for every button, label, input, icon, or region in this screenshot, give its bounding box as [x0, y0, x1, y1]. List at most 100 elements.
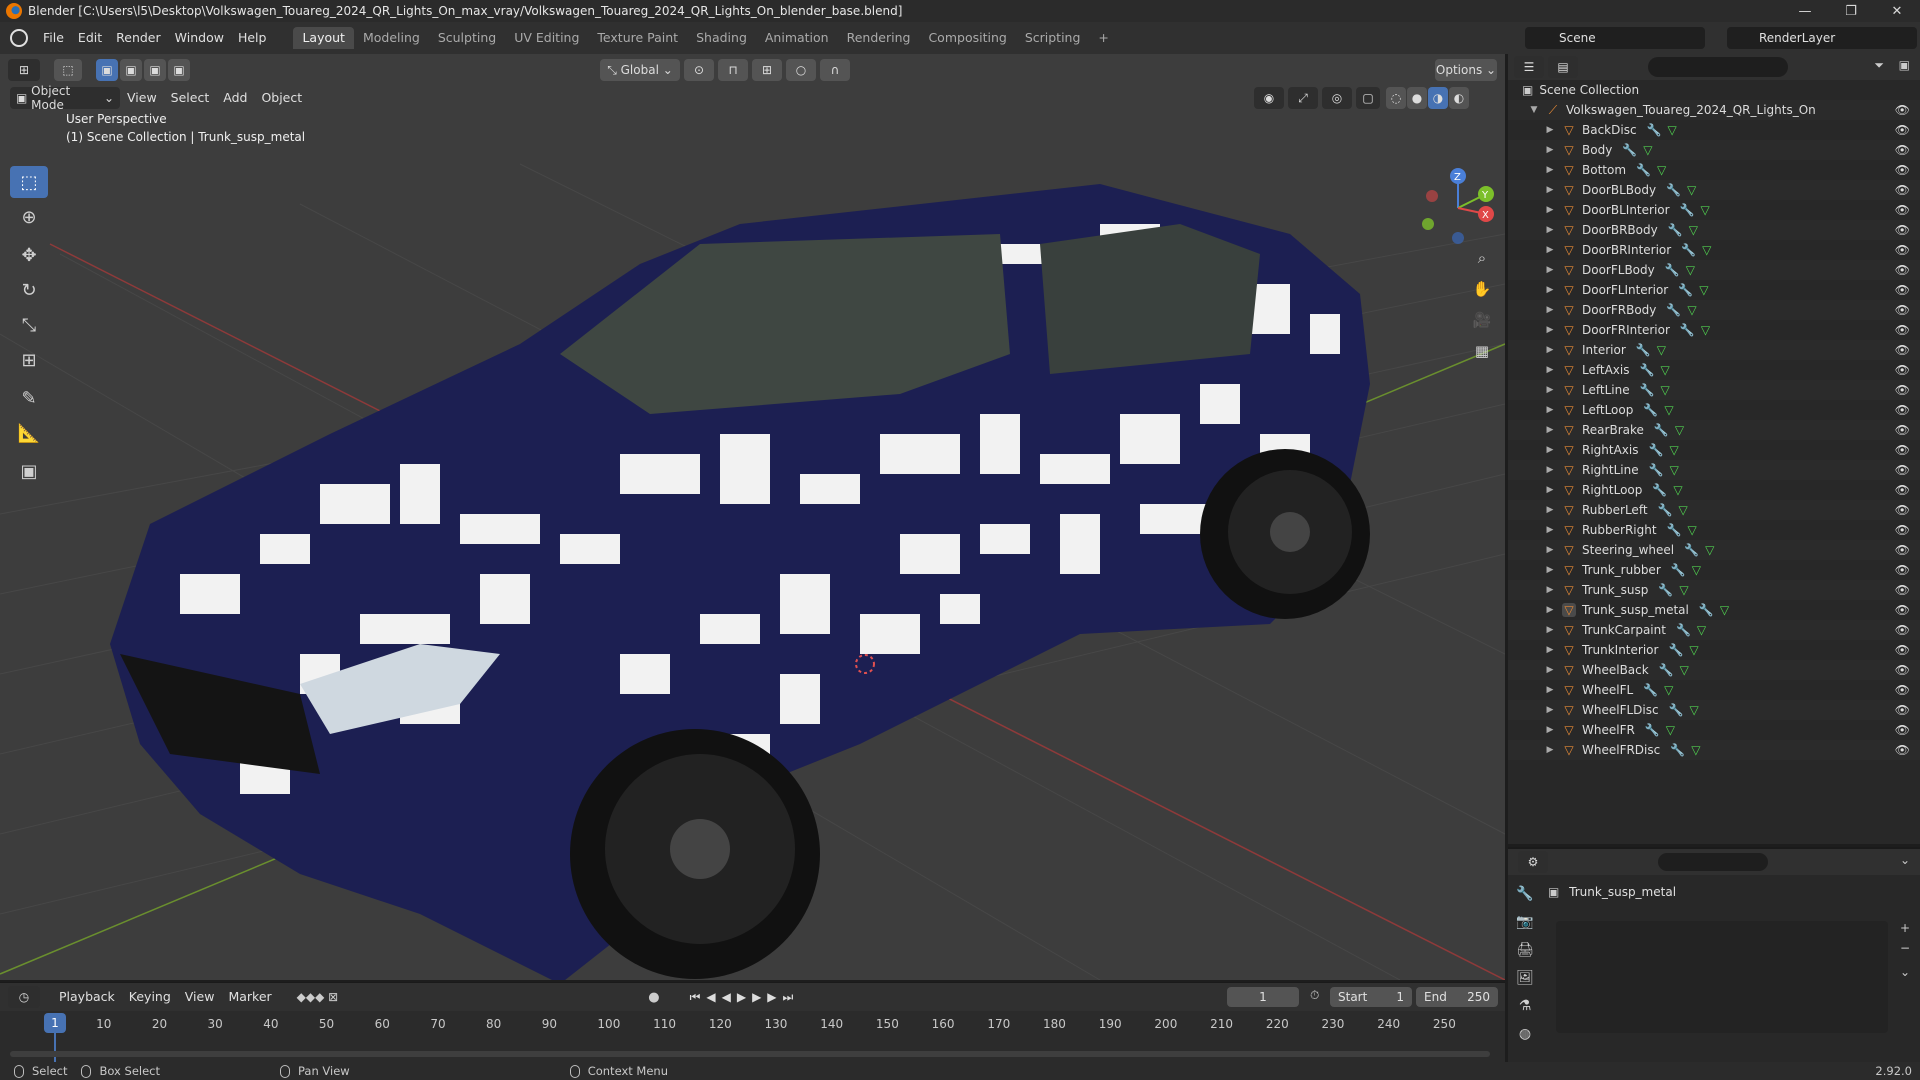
modifier-icon[interactable]: 🔧 — [1658, 503, 1673, 517]
modifier-icon[interactable]: 🔧 — [1678, 283, 1693, 297]
visibility-icon[interactable]: 👁 — [1895, 583, 1910, 597]
visibility-icon[interactable]: 👁 — [1895, 723, 1910, 737]
outliner-row-object[interactable]: ▶ ▽ TrunkInterior 🔧 ▽ 👁 — [1508, 640, 1920, 660]
outliner-row-object[interactable]: ▶ ▽ DoorFLBody 🔧 ▽ 👁 — [1508, 260, 1920, 280]
gizmo-toggle-icon[interactable]: ⤢ — [1288, 87, 1318, 109]
expand-icon[interactable]: ▶ — [1544, 485, 1556, 495]
mesh-data-icon[interactable]: ▽ — [1692, 563, 1701, 577]
select-tool-icon[interactable]: ⬚ — [54, 59, 82, 81]
modifier-icon[interactable]: 🔧 — [1636, 343, 1651, 357]
visibility-icon[interactable]: 👁 — [1895, 703, 1910, 717]
visibility-icon[interactable]: 👁 — [1895, 363, 1910, 377]
tab-scripting[interactable]: Scripting — [1016, 27, 1090, 49]
visibility-icon[interactable]: 👁 — [1895, 403, 1910, 417]
outliner-row-collection[interactable]: ▼ ⟋ Volkswagen_Touareg_2024_QR_Lights_On… — [1508, 100, 1920, 120]
menu-file[interactable]: File — [36, 27, 71, 49]
visibility-icon[interactable]: 👁 — [1895, 423, 1910, 437]
3d-viewport[interactable]: ⊞ ⬚ ▣ ▣ ▣ ▣ ⤡ Global ⌄ ⊙ ⊓ ⊞ ○ ∩ Options… — [0, 54, 1505, 980]
visibility-icon[interactable]: 👁 — [1895, 683, 1910, 697]
mesh-data-icon[interactable]: ▽ — [1666, 723, 1675, 737]
pivot-point-icon[interactable]: ⊙ — [684, 59, 714, 81]
snap-icon[interactable]: ⊓ — [718, 59, 748, 81]
expand-icon[interactable]: ▶ — [1544, 125, 1556, 135]
snap-target-icon[interactable]: ⊞ — [752, 59, 782, 81]
visibility-icon[interactable]: 👁 — [1895, 283, 1910, 297]
outliner-row-object[interactable]: ▶ ▽ DoorBLBody 🔧 ▽ 👁 — [1508, 180, 1920, 200]
outliner-row-object[interactable]: ▶ ▽ RightLine 🔧 ▽ 👁 — [1508, 460, 1920, 480]
record-icon[interactable]: ● — [648, 990, 659, 1005]
preview-range-icon[interactable]: ⏱ — [1310, 988, 1319, 1003]
tab-compositing[interactable]: Compositing — [919, 27, 1015, 49]
expand-icon[interactable]: ▶ — [1544, 425, 1556, 435]
start-frame-field[interactable]: Start 1 — [1330, 987, 1412, 1007]
outliner-row-object[interactable]: ▶ ▽ WheelBack 🔧 ▽ 👁 — [1508, 660, 1920, 680]
mesh-data-icon[interactable]: ▽ — [1687, 183, 1696, 197]
expand-icon[interactable]: ▶ — [1544, 185, 1556, 195]
add-workspace-button[interactable]: + — [1089, 27, 1117, 49]
filter-icon[interactable]: ⏷ — [1874, 58, 1884, 73]
modifier-icon[interactable]: 🔧 — [1647, 123, 1662, 137]
collection-visibility-icon[interactable]: 👁 — [1895, 103, 1910, 117]
object-mode-dropdown[interactable]: ▣ Object Mode ⌄ — [10, 84, 120, 112]
mesh-data-icon[interactable]: ▽ — [1691, 743, 1700, 757]
modifier-icon[interactable]: 🔧 — [1645, 723, 1660, 737]
modifier-icon[interactable]: 🔧 — [1652, 483, 1667, 497]
modifier-icon[interactable]: 🔧 — [1699, 603, 1714, 617]
outliner-row-object[interactable]: ▶ ▽ DoorFLInterior 🔧 ▽ 👁 — [1508, 280, 1920, 300]
blender-menu-icon[interactable] — [10, 29, 28, 47]
outliner-row-object[interactable]: ▶ ▽ WheelFRDisc 🔧 ▽ 👁 — [1508, 740, 1920, 760]
outliner-row-object[interactable]: ▶ ▽ RightAxis 🔧 ▽ 👁 — [1508, 440, 1920, 460]
modifier-icon[interactable]: 🔧 — [1654, 423, 1669, 437]
render-layer-selector[interactable]: RenderLayer — [1727, 27, 1917, 49]
modifier-icon[interactable]: 🔧 — [1640, 383, 1655, 397]
modifier-icon[interactable]: 🔧 — [1676, 623, 1691, 637]
outliner-row-object[interactable]: ▶ ▽ DoorFRBody 🔧 ▽ 👁 — [1508, 300, 1920, 320]
mesh-data-icon[interactable]: ▽ — [1678, 503, 1687, 517]
mesh-data-icon[interactable]: ▽ — [1673, 483, 1682, 497]
modifier-icon[interactable]: 🔧 — [1668, 223, 1683, 237]
expand-icon[interactable]: ▶ — [1544, 505, 1556, 515]
expand-icon[interactable]: ▶ — [1544, 705, 1556, 715]
visibility-icon[interactable]: 👁 — [1895, 463, 1910, 477]
mesh-data-icon[interactable]: ▽ — [1720, 603, 1729, 617]
mesh-data-icon[interactable]: ▽ — [1664, 683, 1673, 697]
world-tab-icon[interactable]: ◍ — [1512, 1021, 1538, 1047]
properties-options-icon[interactable]: ⌄ — [1900, 853, 1910, 867]
select-mode-intersect-icon[interactable]: ▣ — [168, 59, 190, 81]
timeline-menu-view[interactable]: View — [178, 986, 222, 1008]
select-mode-new-icon[interactable]: ▣ — [96, 59, 118, 81]
output-tab-icon[interactable]: 🖨 — [1512, 937, 1538, 963]
expand-icon[interactable]: ▶ — [1544, 245, 1556, 255]
neg-y-axis-handle[interactable] — [1422, 218, 1434, 230]
expand-icon[interactable]: ▶ — [1544, 725, 1556, 735]
timeline-menu-playback[interactable]: Playback — [52, 986, 122, 1008]
mesh-data-icon[interactable]: ▽ — [1680, 663, 1689, 677]
outliner-row-object[interactable]: ▶ ▽ BackDisc 🔧 ▽ 👁 — [1508, 120, 1920, 140]
outliner-row-object[interactable]: ▶ ▽ WheelFR 🔧 ▽ 👁 — [1508, 720, 1920, 740]
visibility-icon[interactable]: 👁 — [1895, 563, 1910, 577]
neg-x-axis-handle[interactable] — [1426, 190, 1438, 202]
mesh-data-icon[interactable]: ▽ — [1668, 123, 1677, 137]
expand-icon[interactable]: ▶ — [1544, 605, 1556, 615]
visibility-icon[interactable]: 👁 — [1895, 203, 1910, 217]
expand-icon[interactable]: ▶ — [1544, 565, 1556, 575]
view-layer-tab-icon[interactable]: 🖼 — [1512, 965, 1538, 991]
modifier-icon[interactable]: 🔧 — [1658, 583, 1673, 597]
mesh-data-icon[interactable]: ▽ — [1669, 443, 1678, 457]
outliner-row-object[interactable]: ▶ ▽ TrunkCarpaint 🔧 ▽ 👁 — [1508, 620, 1920, 640]
end-frame-field[interactable]: End 250 — [1416, 987, 1498, 1007]
viewport-menu-object[interactable]: Object — [254, 87, 309, 109]
visibility-icon[interactable]: 👁 — [1895, 623, 1910, 637]
select-mode-extend-icon[interactable]: ▣ — [120, 59, 142, 81]
timeline-menu-marker[interactable]: Marker — [221, 986, 278, 1008]
navigation-gizmo[interactable]: Z Y X — [1418, 164, 1498, 244]
pan-hand-icon[interactable]: ✋ — [1468, 275, 1496, 303]
camera-view-icon[interactable]: 🎥 — [1468, 306, 1496, 334]
modifier-icon[interactable]: 🔧 — [1680, 323, 1695, 337]
menu-window[interactable]: Window — [168, 27, 231, 49]
mesh-data-icon[interactable]: ▽ — [1675, 423, 1684, 437]
modifier-icon[interactable]: 🔧 — [1639, 363, 1654, 377]
collection-expand-icon[interactable]: ▼ — [1528, 105, 1540, 115]
tab-texture-paint[interactable]: Texture Paint — [588, 27, 687, 49]
mesh-data-icon[interactable]: ▽ — [1689, 223, 1698, 237]
